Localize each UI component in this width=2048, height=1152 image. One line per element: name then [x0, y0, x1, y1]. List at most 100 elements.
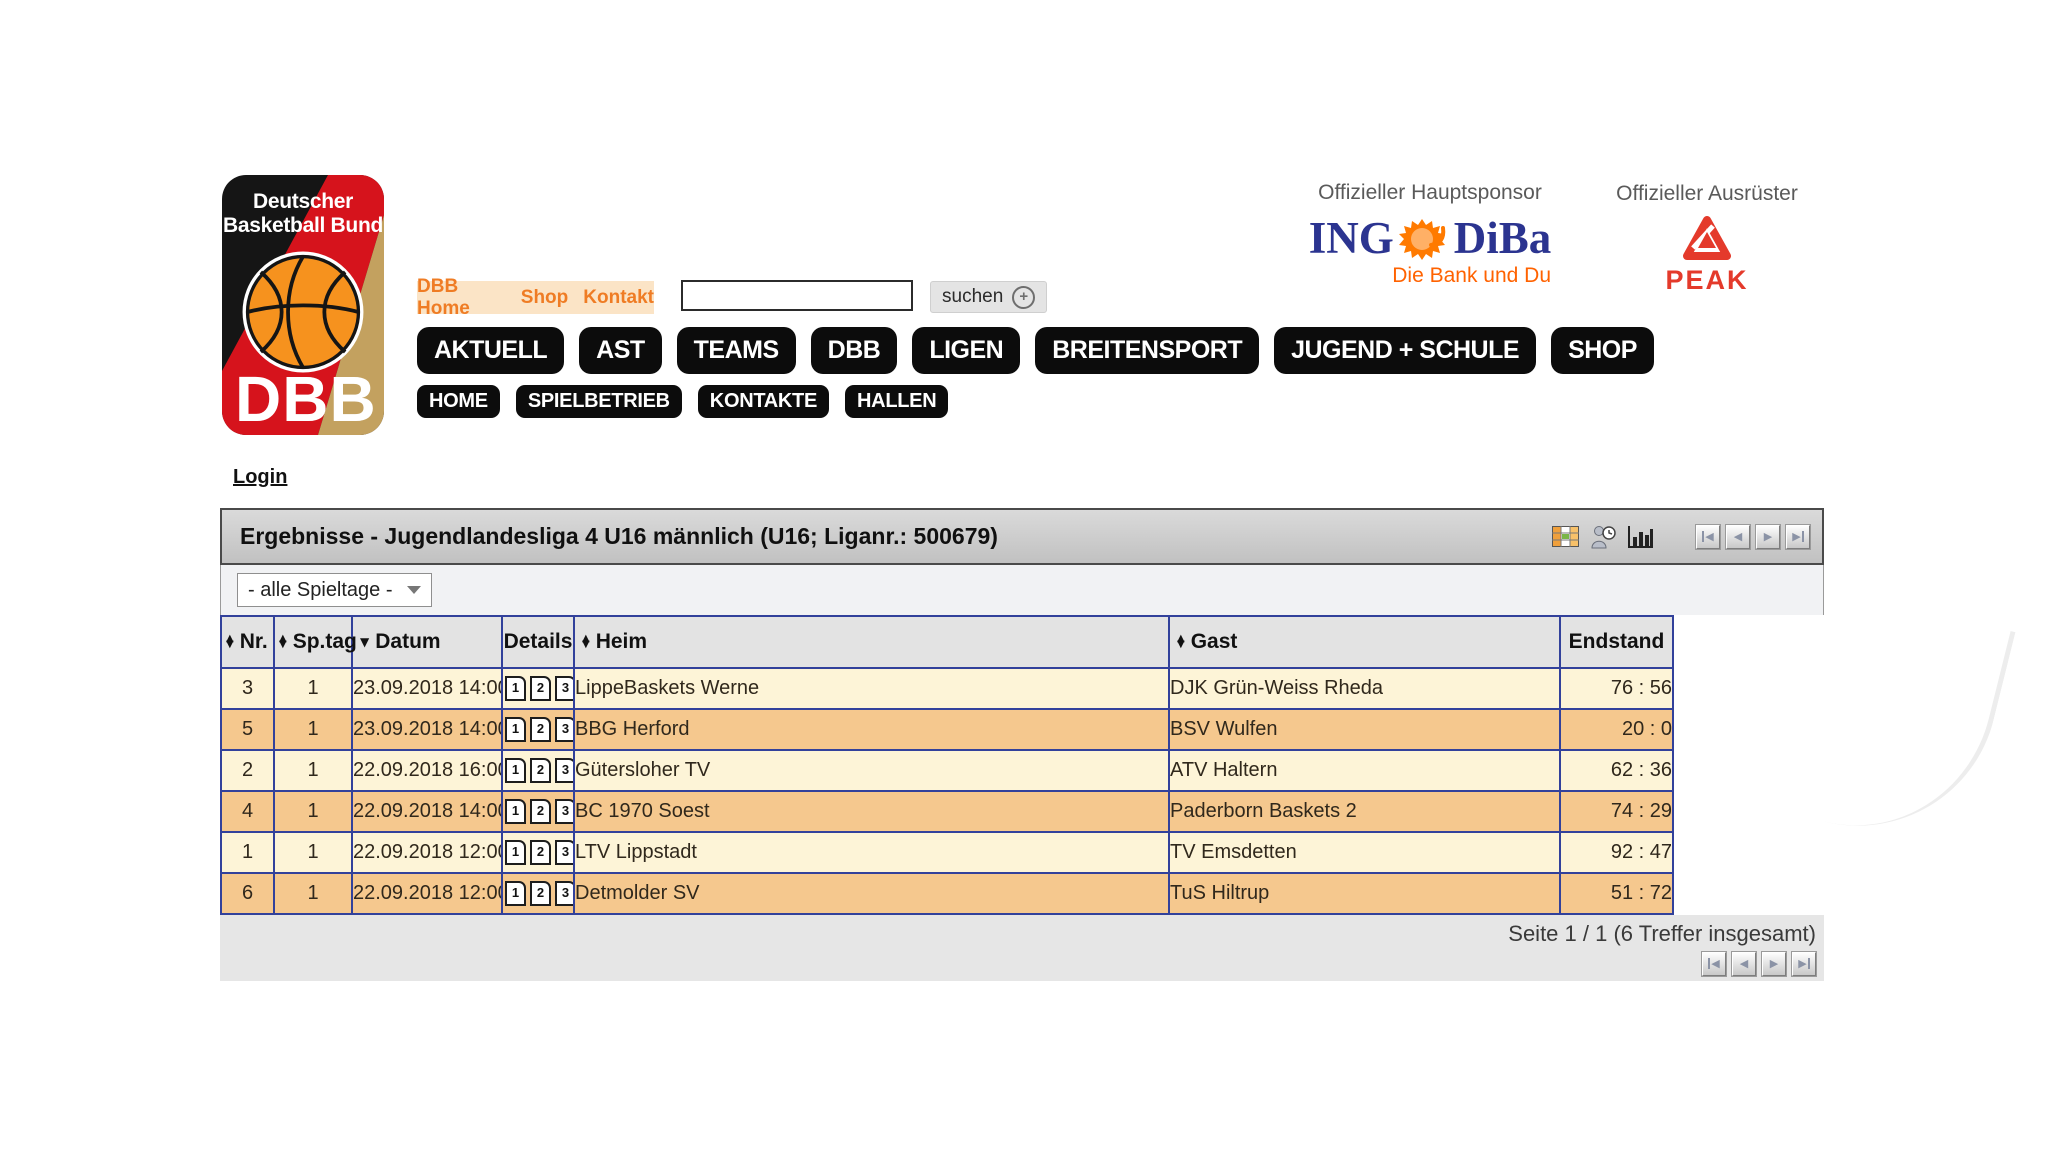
details-doc-icon-3[interactable]: 3 [555, 758, 574, 783]
details-doc-icon-3[interactable]: 3 [555, 840, 574, 865]
details-doc-icon-2[interactable]: 2 [530, 676, 551, 701]
ing-tagline: Die Bank und Du [1295, 264, 1565, 288]
table-row: 1 1 22.09.2018 12:00 123 LTV Lippstadt T… [221, 832, 1673, 873]
basketball-icon [242, 251, 364, 373]
cell-nr: 6 [221, 873, 274, 914]
main-nav-ligen[interactable]: LIGEN [912, 327, 1020, 374]
main-nav-dbb[interactable]: DBB [811, 327, 898, 374]
details-doc-icon-2[interactable]: 2 [530, 881, 551, 906]
sort-icon [226, 636, 234, 648]
cell-endstand: 62 : 36 [1560, 750, 1673, 791]
details-doc-icon-3[interactable]: 3 [555, 676, 574, 701]
cell-endstand: 20 : 0 [1560, 709, 1673, 750]
details-doc-icon-1[interactable]: 1 [505, 758, 526, 783]
dbb-logo[interactable]: Deutscher Basketball Bund DBB [222, 175, 384, 435]
cell-endstand: 76 : 56 [1560, 668, 1673, 709]
titlebar-pager [1696, 525, 1810, 549]
login-link[interactable]: Login [233, 466, 287, 489]
cell-sptag: 1 [274, 832, 352, 873]
pager-prev-button[interactable] [1732, 952, 1756, 976]
details-doc-icon-1[interactable]: 1 [505, 881, 526, 906]
details-doc-icon-2[interactable]: 2 [530, 717, 551, 742]
details-doc-icon-3[interactable]: 3 [555, 799, 574, 824]
ing-diba-logo[interactable]: ING DiBa [1295, 215, 1565, 261]
results-table: Nr. Sp.tag Datum Details Heim Gast Endst… [220, 615, 1674, 915]
main-nav-ast[interactable]: AST [579, 327, 662, 374]
pager-first-button[interactable] [1696, 525, 1720, 549]
peak-triangle-icon[interactable] [1679, 214, 1735, 264]
pager-last-button[interactable] [1786, 525, 1810, 549]
pager-first-button[interactable] [1702, 952, 1726, 976]
pager-prev-button[interactable] [1726, 525, 1750, 549]
bar-chart-icon[interactable] [1627, 525, 1654, 548]
sort-icon [582, 636, 590, 648]
col-header-sptag[interactable]: Sp.tag [274, 616, 352, 668]
cell-datum: 22.09.2018 12:00 [352, 832, 502, 873]
cell-details: 123 [502, 709, 574, 750]
search-input[interactable] [681, 280, 913, 311]
page: Deutscher Basketball Bund DBB DBB Home Sh… [0, 0, 2048, 1152]
panel-footer: Seite 1 / 1 (6 Treffer insgesamt) [220, 915, 1824, 981]
pager-next-button[interactable] [1756, 525, 1780, 549]
details-doc-icon-1[interactable]: 1 [505, 717, 526, 742]
pager-next-button[interactable] [1762, 952, 1786, 976]
cell-details: 123 [502, 668, 574, 709]
details-doc-icon-1[interactable]: 1 [505, 676, 526, 701]
sub-nav-hallen[interactable]: HALLEN [845, 385, 948, 418]
main-nav-jugend-schule[interactable]: JUGEND + SCHULE [1274, 327, 1536, 374]
cell-details: 123 [502, 873, 574, 914]
col-header-gast[interactable]: Gast [1169, 616, 1560, 668]
sort-icon [1177, 636, 1185, 648]
cell-endstand: 51 : 72 [1560, 873, 1673, 914]
top-link-kontakt[interactable]: Kontakt [583, 287, 654, 309]
sub-nav-home[interactable]: HOME [417, 385, 500, 418]
cell-heim: Gütersloher TV [574, 750, 1169, 791]
details-doc-icon-1[interactable]: 1 [505, 799, 526, 824]
filter-row: - alle Spieltage - [220, 565, 1824, 615]
results-titlebar: Ergebnisse - Jugendlandesliga 4 U16 männ… [220, 508, 1824, 565]
cell-gast: Paderborn Baskets 2 [1169, 791, 1560, 832]
sort-desc-icon [360, 635, 369, 649]
top-link-dbb-home[interactable]: DBB Home [417, 276, 506, 320]
col-header-heim[interactable]: Heim [574, 616, 1169, 668]
table-header-row: Nr. Sp.tag Datum Details Heim Gast Endst… [221, 616, 1673, 668]
cell-details: 123 [502, 832, 574, 873]
table-view-icon[interactable] [1552, 526, 1579, 547]
results-title: Ergebnisse - Jugendlandesliga 4 U16 männ… [240, 523, 998, 550]
sub-nav-kontakte[interactable]: KONTAKTE [698, 385, 829, 418]
logo-title: Deutscher Basketball Bund [222, 190, 384, 237]
spieltag-select[interactable]: - alle Spieltage - [237, 573, 432, 607]
cell-nr: 1 [221, 832, 274, 873]
pager-last-button[interactable] [1792, 952, 1816, 976]
details-doc-icon-2[interactable]: 2 [530, 840, 551, 865]
col-header-nr[interactable]: Nr. [221, 616, 274, 668]
diba-wordmark: DiBa [1454, 216, 1552, 261]
sub-nav-spielbetrieb[interactable]: SPIELBETRIEB [516, 385, 682, 418]
main-nav-shop[interactable]: SHOP [1551, 327, 1654, 374]
cell-datum: 22.09.2018 14:00 [352, 791, 502, 832]
main-nav-aktuell[interactable]: AKTUELL [417, 327, 564, 374]
outfitter-sponsor: Offizieller Ausrüster PEAK [1612, 182, 1802, 296]
details-doc-icon-2[interactable]: 2 [530, 799, 551, 824]
search-button[interactable]: suchen [930, 281, 1047, 313]
cell-heim: Detmolder SV [574, 873, 1169, 914]
schedule-person-icon[interactable] [1590, 525, 1616, 549]
cell-heim: BC 1970 Soest [574, 791, 1169, 832]
main-nav-teams[interactable]: TEAMS [677, 327, 796, 374]
details-doc-icon-1[interactable]: 1 [505, 840, 526, 865]
cell-datum: 22.09.2018 16:00 [352, 750, 502, 791]
col-header-datum[interactable]: Datum [352, 616, 502, 668]
top-link-shop[interactable]: Shop [521, 287, 569, 309]
search-button-label: suchen [942, 286, 1003, 308]
table-row: 2 1 22.09.2018 16:00 123 Gütersloher TV … [221, 750, 1673, 791]
circle-plus-icon [1012, 286, 1035, 309]
cell-gast: ATV Haltern [1169, 750, 1560, 791]
main-sponsor: Offizieller Hauptsponsor ING DiBa Die Ba… [1295, 181, 1565, 288]
main-nav-breitensport[interactable]: BREITENSPORT [1035, 327, 1259, 374]
details-doc-icon-2[interactable]: 2 [530, 758, 551, 783]
cell-nr: 5 [221, 709, 274, 750]
details-doc-icon-3[interactable]: 3 [555, 881, 574, 906]
cell-endstand: 92 : 47 [1560, 832, 1673, 873]
details-doc-icon-3[interactable]: 3 [555, 717, 574, 742]
cell-nr: 3 [221, 668, 274, 709]
